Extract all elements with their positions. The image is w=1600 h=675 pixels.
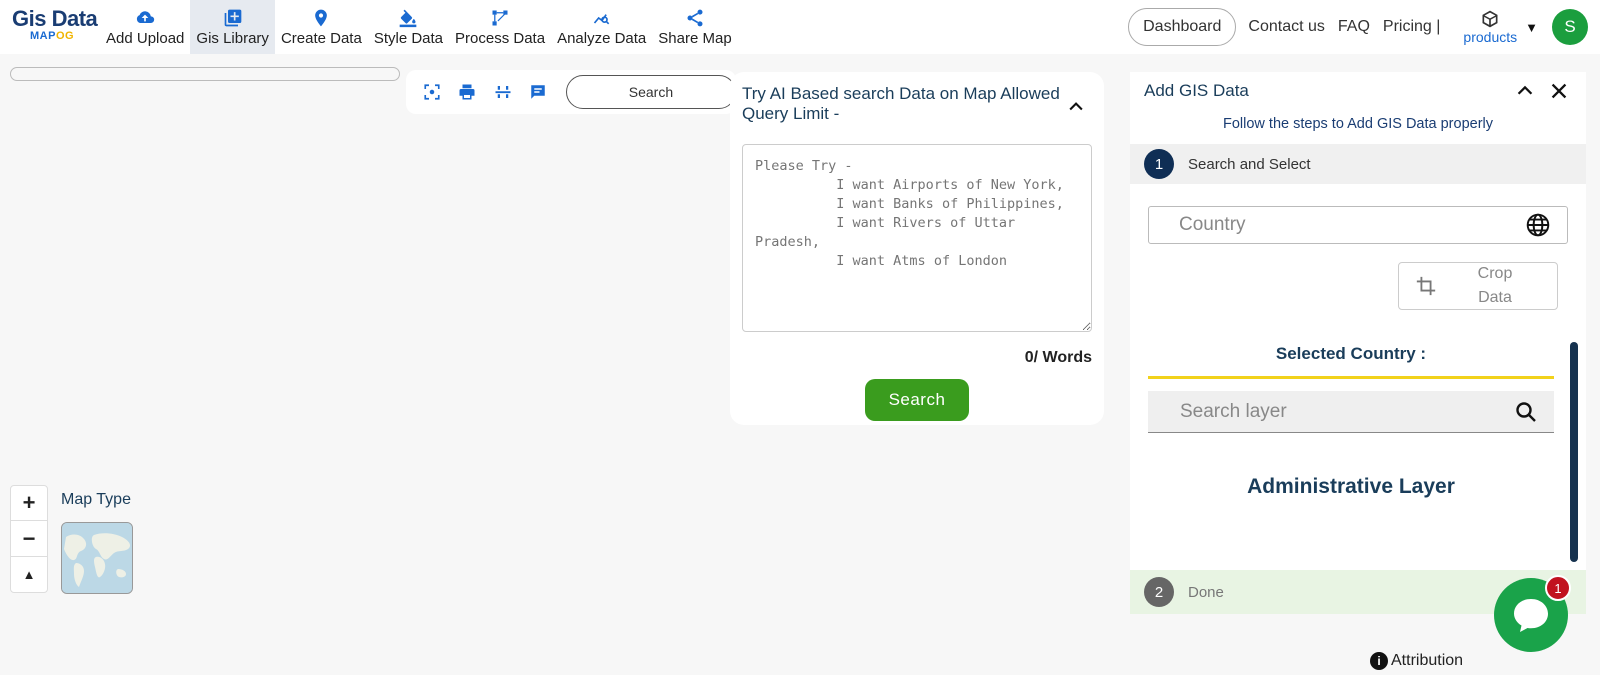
nav-items: Add Upload Gis Library Create Data Style… bbox=[100, 0, 738, 54]
word-count: 0/ Words bbox=[1024, 349, 1092, 366]
close-icon bbox=[1551, 83, 1567, 99]
dashboard-button[interactable]: Dashboard bbox=[1128, 8, 1237, 46]
attribution-label: Attribution bbox=[1391, 652, 1464, 669]
cloud-upload-icon bbox=[137, 10, 155, 23]
add-gis-data-panel: Add GIS Data Follow the steps to Add GIS… bbox=[1130, 72, 1586, 614]
layer-placeholder: Search layer bbox=[1180, 400, 1287, 422]
products-menu[interactable]: products bbox=[1463, 9, 1517, 45]
logo[interactable]: Gis Data MAPOG bbox=[0, 0, 100, 54]
info-icon: i bbox=[1370, 652, 1388, 670]
crop-icon bbox=[1416, 276, 1436, 296]
logo-subtitle: MAPOG bbox=[30, 30, 100, 42]
pricing-link[interactable]: Pricing | bbox=[1383, 18, 1441, 36]
nav-right: Dashboard Contact us FAQ Pricing | produ… bbox=[1128, 0, 1600, 54]
focus-icon bbox=[424, 84, 440, 100]
measure-tool[interactable] bbox=[492, 80, 513, 104]
caret-down-icon[interactable]: ▼ bbox=[1525, 20, 1538, 35]
map-pin-icon bbox=[315, 9, 328, 26]
map-type-label: Map Type bbox=[61, 491, 131, 508]
nav-analyze-data[interactable]: Analyze Data bbox=[551, 0, 652, 54]
nav-process-data[interactable]: Process Data bbox=[449, 0, 551, 54]
country-input[interactable]: Country bbox=[1148, 206, 1568, 244]
paint-bucket-icon bbox=[400, 9, 417, 27]
analyze-icon bbox=[593, 13, 609, 24]
layer-search-input[interactable]: Search layer bbox=[1148, 391, 1554, 433]
panel-scrollbar[interactable] bbox=[1570, 342, 1578, 562]
products-label: products bbox=[1463, 29, 1518, 45]
step-number: 1 bbox=[1144, 149, 1174, 179]
nav-label: Share Map bbox=[658, 29, 732, 47]
nav-label: Process Data bbox=[455, 29, 546, 47]
nav-label: Gis Library bbox=[196, 29, 269, 47]
step-label: Done bbox=[1188, 583, 1224, 601]
comment-icon bbox=[531, 85, 545, 99]
gis-panel-title: Add GIS Data bbox=[1144, 81, 1249, 100]
globe-icon bbox=[1526, 213, 1550, 237]
nav-label: Add Upload bbox=[106, 29, 185, 47]
crop-label: Crop Data bbox=[1477, 265, 1513, 306]
step-label: Search and Select bbox=[1188, 155, 1311, 173]
print-tool[interactable] bbox=[456, 80, 477, 104]
step-search-select[interactable]: 1 Search and Select bbox=[1130, 144, 1586, 184]
compass-button[interactable]: ▲ bbox=[11, 557, 47, 592]
close-button[interactable] bbox=[1546, 78, 1572, 104]
gis-panel-header: Add GIS Data bbox=[1130, 72, 1586, 110]
process-icon bbox=[492, 10, 508, 25]
zoom-out-button[interactable]: − bbox=[11, 521, 47, 557]
cube-icon bbox=[1482, 10, 1498, 28]
zoom-controls: + − ▲ bbox=[10, 485, 48, 593]
search-icon bbox=[1516, 401, 1536, 422]
nav-create-data[interactable]: Create Data bbox=[275, 0, 368, 54]
nav-label: Style Data bbox=[373, 29, 444, 47]
world-map-icon bbox=[62, 523, 132, 593]
map-toolbar: Search bbox=[406, 70, 737, 114]
selected-country: Selected Country : bbox=[1148, 344, 1554, 379]
toolbar-search[interactable]: Search bbox=[565, 75, 737, 109]
faq-link[interactable]: FAQ bbox=[1338, 18, 1370, 36]
ai-panel-title: Try AI Based search Data on Map Allowed … bbox=[742, 84, 1060, 123]
library-add-icon bbox=[224, 9, 242, 26]
chevron-up-icon[interactable] bbox=[1066, 94, 1086, 120]
collapse-button[interactable] bbox=[1512, 78, 1538, 104]
measure-icon bbox=[495, 86, 511, 98]
nav-label: Create Data bbox=[280, 29, 362, 47]
chat-bubble-icon bbox=[1514, 599, 1548, 632]
nav-share-map[interactable]: Share Map bbox=[652, 0, 737, 54]
step-number: 2 bbox=[1144, 577, 1174, 607]
avatar[interactable]: S bbox=[1552, 9, 1588, 45]
ai-search-button[interactable]: Search bbox=[865, 379, 969, 421]
share-icon bbox=[687, 9, 703, 26]
zoom-in-button[interactable]: + bbox=[11, 486, 47, 522]
nav-style-data[interactable]: Style Data bbox=[368, 0, 449, 54]
administrative-layer-heading[interactable]: Administrative Layer bbox=[1130, 475, 1572, 499]
ai-query-textarea[interactable] bbox=[742, 144, 1092, 332]
chat-notification-badge: 1 bbox=[1545, 575, 1571, 601]
gis-panel-actions bbox=[1504, 78, 1572, 104]
logo-sub-prefix: MAP bbox=[30, 30, 56, 42]
nav-label: Analyze Data bbox=[557, 29, 647, 47]
map-type-thumbnail[interactable] bbox=[61, 522, 133, 594]
attribution-toggle[interactable]: i Attribution bbox=[1370, 652, 1463, 670]
contact-link[interactable]: Contact us bbox=[1248, 18, 1324, 36]
gis-panel-subtitle: Follow the steps to Add GIS Data properl… bbox=[1223, 116, 1493, 132]
ai-search-panel: Try AI Based search Data on Map Allowed … bbox=[730, 72, 1104, 425]
focus-tool[interactable] bbox=[421, 80, 442, 104]
country-placeholder: Country bbox=[1179, 214, 1246, 235]
print-icon bbox=[459, 84, 475, 100]
top-navbar: Gis Data MAPOG Add Upload Gis Library Cr… bbox=[0, 0, 1600, 54]
logo-sub-suffix: OG bbox=[55, 30, 75, 42]
nav-gis-library[interactable]: Gis Library bbox=[190, 0, 275, 54]
comment-tool[interactable] bbox=[527, 80, 548, 104]
crop-data-button[interactable]: Crop Data bbox=[1398, 262, 1558, 310]
progress-track bbox=[10, 67, 400, 81]
chevron-up-icon bbox=[1517, 85, 1533, 95]
nav-add-upload[interactable]: Add Upload bbox=[100, 0, 190, 54]
ai-panel-header: Try AI Based search Data on Map Allowed … bbox=[742, 84, 1092, 124]
logo-title: Gis Data bbox=[12, 6, 98, 31]
